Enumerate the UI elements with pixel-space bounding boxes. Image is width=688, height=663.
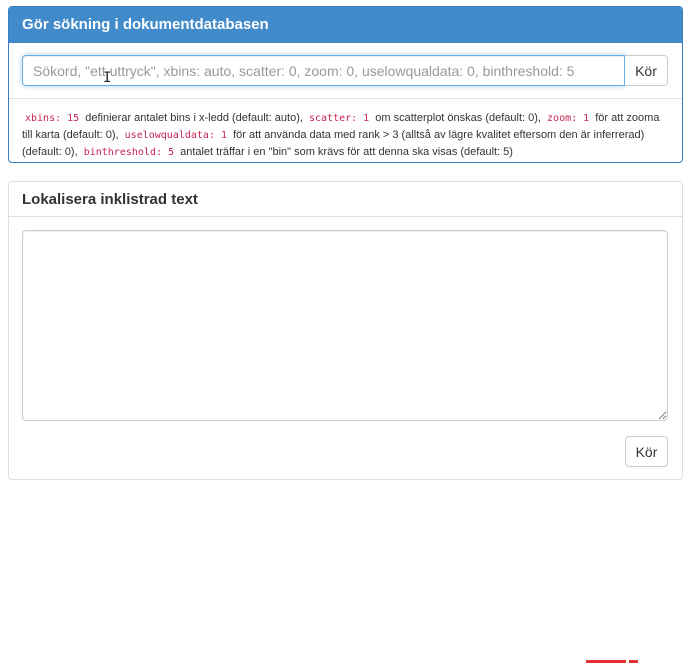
- help-text-binthreshold: antalet träffar i en "bin" som krävs för…: [180, 146, 513, 158]
- locate-button[interactable]: Kör: [625, 436, 668, 467]
- help-text-scatter: om scatterplot önskas (default: 0),: [375, 112, 541, 124]
- search-button[interactable]: Kör: [625, 55, 668, 86]
- help-code-zoom: zoom: 1: [547, 113, 590, 124]
- help-code-scatter: scatter: 1: [309, 113, 370, 124]
- search-row: Kör: [22, 55, 668, 86]
- search-help-text: xbins: 15 definierar antalet bins i x-le…: [22, 110, 672, 161]
- help-code-binthreshold: binthreshold: 5: [83, 147, 175, 158]
- paste-textarea[interactable]: [22, 230, 668, 421]
- paste-panel-title: Lokalisera inklistrad text: [9, 182, 682, 217]
- panel-divider: [9, 98, 682, 99]
- paste-panel: Lokalisera inklistrad text Kör: [8, 181, 683, 480]
- help-text-xbins: definierar antalet bins i x-ledd (defaul…: [85, 112, 303, 124]
- search-input[interactable]: [22, 55, 625, 86]
- help-code-uselowqualdata: uselowqualdata: 1: [124, 130, 228, 141]
- help-code-xbins: xbins: 15: [25, 113, 80, 124]
- text-cursor-icon: I: [103, 70, 112, 86]
- search-panel-title: Gör sökning i dokumentdatabasen: [9, 7, 682, 43]
